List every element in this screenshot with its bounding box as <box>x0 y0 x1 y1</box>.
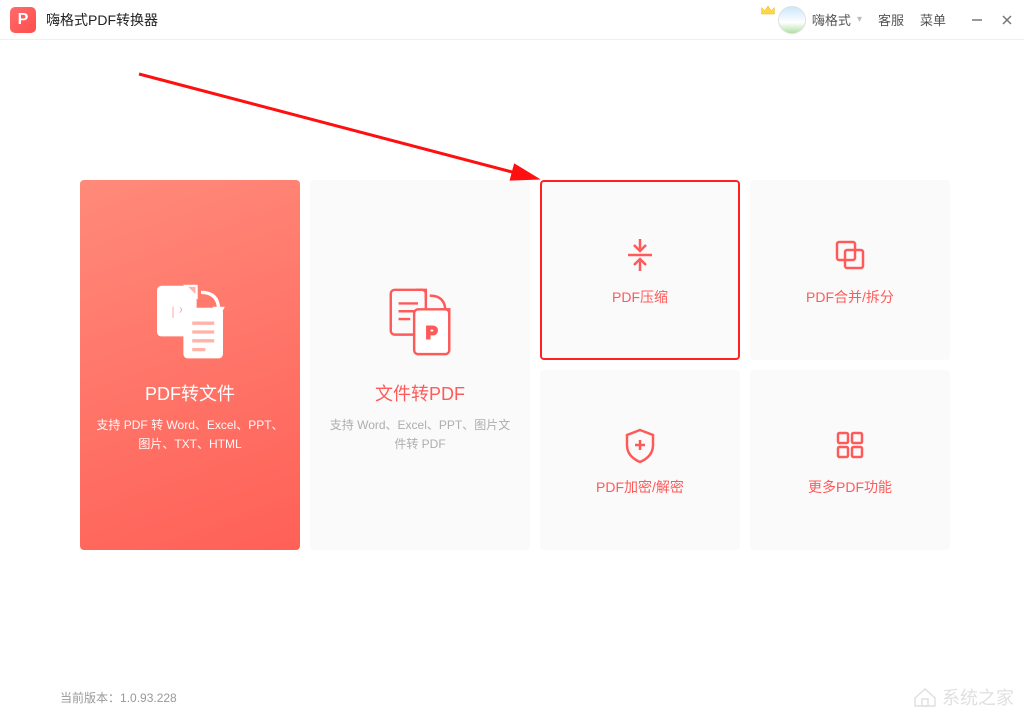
card-title: 文件转PDF <box>375 380 465 406</box>
support-link[interactable]: 客服 <box>878 10 904 29</box>
card-file-to-pdf[interactable]: P 文件转PDF 支持 Word、Excel、PPT、图片文件转 PDF <box>310 180 530 550</box>
card-desc: 支持 Word、Excel、PPT、图片文件转 PDF <box>326 416 514 454</box>
crown-icon <box>760 3 776 15</box>
svg-text:P: P <box>170 302 183 324</box>
version-number: 1.0.93.228 <box>120 691 177 705</box>
watermark: 系统之家 <box>912 684 1014 710</box>
card-pdf-to-file[interactable]: P PDF转文件 支持 PDF 转 Word、Excel、PPT、图片、TXT、… <box>80 180 300 550</box>
version-footer: 当前版本：1.0.93.228 <box>60 689 177 706</box>
user-name: 嗨格式 <box>812 10 851 29</box>
card-title: PDF加密/解密 <box>596 477 684 497</box>
app-logo-letter: P <box>18 11 29 29</box>
window-controls <box>970 13 1014 27</box>
svg-text:P: P <box>426 322 438 342</box>
card-grid: P PDF转文件 支持 PDF 转 Word、Excel、PPT、图片、TXT、… <box>80 180 944 550</box>
app-title: 嗨格式PDF转换器 <box>46 10 158 30</box>
titlebar-right: 嗨格式 ▾ 客服 菜单 <box>760 3 1014 37</box>
compress-icon <box>618 233 662 277</box>
titlebar-left: P 嗨格式PDF转换器 <box>10 7 158 33</box>
card-pdf-merge-split[interactable]: PDF合并/拆分 <box>750 180 950 360</box>
titlebar: P 嗨格式PDF转换器 嗨格式 ▾ 客服 菜单 <box>0 0 1024 40</box>
close-button[interactable] <box>1000 13 1014 27</box>
version-label: 当前版本： <box>60 691 120 705</box>
grid-icon <box>828 423 872 467</box>
chevron-down-icon: ▾ <box>857 14 862 25</box>
house-icon <box>912 686 938 708</box>
card-pdf-compress[interactable]: PDF压缩 <box>540 180 740 360</box>
app-logo: P <box>10 7 36 33</box>
main: P PDF转文件 支持 PDF 转 Word、Excel、PPT、图片、TXT、… <box>0 40 1024 550</box>
file-to-pdf-icon: P <box>375 276 465 366</box>
user-area[interactable]: 嗨格式 ▾ <box>760 3 862 37</box>
avatar <box>778 6 806 34</box>
minimize-button[interactable] <box>970 13 984 27</box>
card-title: PDF压缩 <box>612 287 668 307</box>
shield-icon <box>618 423 662 467</box>
merge-split-icon <box>828 233 872 277</box>
card-title: 更多PDF功能 <box>808 477 892 497</box>
card-desc: 支持 PDF 转 Word、Excel、PPT、图片、TXT、HTML <box>96 416 284 454</box>
menu-link[interactable]: 菜单 <box>920 10 946 29</box>
pdf-to-file-icon: P <box>145 276 235 366</box>
card-title: PDF合并/拆分 <box>806 287 894 307</box>
card-pdf-encrypt[interactable]: PDF加密/解密 <box>540 370 740 550</box>
card-pdf-more[interactable]: 更多PDF功能 <box>750 370 950 550</box>
card-title: PDF转文件 <box>145 380 235 406</box>
watermark-text: 系统之家 <box>942 684 1014 710</box>
